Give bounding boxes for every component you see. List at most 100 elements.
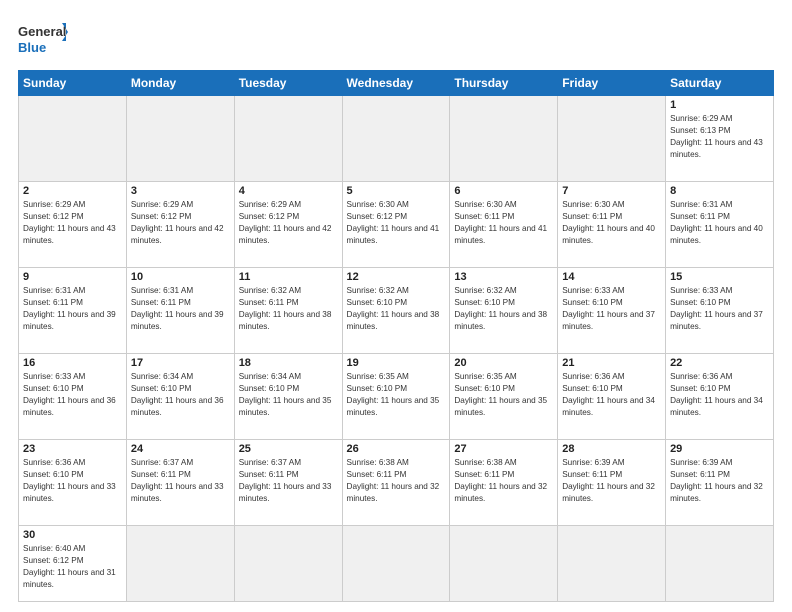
- day-number: 7: [562, 185, 661, 197]
- header: General Blue: [18, 18, 774, 60]
- calendar-cell: 16Sunrise: 6:33 AMSunset: 6:10 PMDayligh…: [19, 354, 127, 440]
- calendar-week-row: 16Sunrise: 6:33 AMSunset: 6:10 PMDayligh…: [19, 354, 774, 440]
- day-number: 14: [562, 271, 661, 283]
- calendar-week-row: 1 Sunrise: 6:29 AMSunset: 6:13 PMDaylight…: [19, 96, 774, 182]
- day-number: 25: [239, 443, 338, 455]
- day-number: 29: [670, 443, 769, 455]
- calendar-cell: 9 Sunrise: 6:31 AMSunset: 6:11 PMDaylight…: [19, 268, 127, 354]
- calendar-cell: 23 Sunrise: 6:36 AMSunset: 6:10 PMDayligh…: [19, 440, 127, 526]
- cell-info: Sunrise: 6:35 AMSunset: 6:10 PMDaylight:…: [454, 371, 553, 419]
- day-number: 21: [562, 357, 661, 369]
- day-number: 8: [670, 185, 769, 197]
- day-number: 4: [239, 185, 338, 197]
- day-number: 28: [562, 443, 661, 455]
- calendar-cell: [19, 96, 127, 182]
- cell-info: Sunrise: 6:29 AMSunset: 6:12 PMDaylight:…: [131, 199, 230, 247]
- cell-info: Sunrise: 6:33 AMSunset: 6:10 PMDaylight:…: [562, 285, 661, 333]
- calendar-cell: [234, 526, 342, 602]
- day-header-wednesday: Wednesday: [342, 71, 450, 96]
- day-number: 24: [131, 443, 230, 455]
- calendar-cell: 25 Sunrise: 6:37 AMSunset: 6:11 PMDayligh…: [234, 440, 342, 526]
- day-number: 6: [454, 185, 553, 197]
- day-header-tuesday: Tuesday: [234, 71, 342, 96]
- cell-info: Sunrise: 6:30 AMSunset: 6:11 PMDaylight:…: [562, 199, 661, 247]
- day-number: 15: [670, 271, 769, 283]
- day-number: 18: [239, 357, 338, 369]
- calendar-cell: 28Sunrise: 6:39 AMSunset: 6:11 PMDayligh…: [558, 440, 666, 526]
- calendar-cell: [234, 96, 342, 182]
- day-number: 13: [454, 271, 553, 283]
- calendar-cell: 17 Sunrise: 6:34 AMSunset: 6:10 PMDayligh…: [126, 354, 234, 440]
- cell-info: Sunrise: 6:37 AMSunset: 6:11 PMDaylight:…: [239, 457, 338, 505]
- day-header-sunday: Sunday: [19, 71, 127, 96]
- calendar-cell: 11Sunrise: 6:32 AMSunset: 6:11 PMDayligh…: [234, 268, 342, 354]
- cell-info: Sunrise: 6:38 AMSunset: 6:11 PMDaylight:…: [347, 457, 446, 505]
- calendar-cell: 1 Sunrise: 6:29 AMSunset: 6:13 PMDaylight…: [666, 96, 774, 182]
- cell-info: Sunrise: 6:29 AMSunset: 6:12 PMDaylight:…: [239, 199, 338, 247]
- calendar-cell: [558, 96, 666, 182]
- day-number: 9: [23, 271, 122, 283]
- cell-info: Sunrise: 6:40 AMSunset: 6:12 PMDaylight:…: [23, 543, 122, 591]
- cell-info: Sunrise: 6:31 AMSunset: 6:11 PMDaylight:…: [23, 285, 122, 333]
- calendar-cell: 14 Sunrise: 6:33 AMSunset: 6:10 PMDayligh…: [558, 268, 666, 354]
- day-number: 1: [670, 99, 769, 111]
- day-number: 23: [23, 443, 122, 455]
- calendar-cell: [126, 526, 234, 602]
- calendar-week-row: 2 Sunrise: 6:29 AMSunset: 6:12 PMDaylight…: [19, 182, 774, 268]
- cell-info: Sunrise: 6:33 AMSunset: 6:10 PMDaylight:…: [670, 285, 769, 333]
- cell-info: Sunrise: 6:36 AMSunset: 6:10 PMDaylight:…: [23, 457, 122, 505]
- cell-info: Sunrise: 6:30 AMSunset: 6:11 PMDaylight:…: [454, 199, 553, 247]
- cell-info: Sunrise: 6:34 AMSunset: 6:10 PMDaylight:…: [239, 371, 338, 419]
- page: General Blue SundayMondayTuesdayWednesda…: [0, 0, 792, 612]
- calendar-cell: [666, 526, 774, 602]
- calendar-week-row: 9 Sunrise: 6:31 AMSunset: 6:11 PMDaylight…: [19, 268, 774, 354]
- calendar-cell: 4 Sunrise: 6:29 AMSunset: 6:12 PMDaylight…: [234, 182, 342, 268]
- cell-info: Sunrise: 6:35 AMSunset: 6:10 PMDaylight:…: [347, 371, 446, 419]
- day-header-friday: Friday: [558, 71, 666, 96]
- calendar-cell: 13 Sunrise: 6:32 AMSunset: 6:10 PMDayligh…: [450, 268, 558, 354]
- day-number: 10: [131, 271, 230, 283]
- day-number: 5: [347, 185, 446, 197]
- calendar-cell: 21 Sunrise: 6:36 AMSunset: 6:10 PMDayligh…: [558, 354, 666, 440]
- cell-info: Sunrise: 6:34 AMSunset: 6:10 PMDaylight:…: [131, 371, 230, 419]
- day-number: 3: [131, 185, 230, 197]
- day-number: 22: [670, 357, 769, 369]
- calendar-cell: 24Sunrise: 6:37 AMSunset: 6:11 PMDayligh…: [126, 440, 234, 526]
- cell-info: Sunrise: 6:29 AMSunset: 6:13 PMDaylight:…: [670, 113, 769, 161]
- calendar-cell: 8 Sunrise: 6:31 AMSunset: 6:11 PMDaylight…: [666, 182, 774, 268]
- day-number: 20: [454, 357, 553, 369]
- calendar-table: SundayMondayTuesdayWednesdayThursdayFrid…: [18, 70, 774, 602]
- day-number: 30: [23, 529, 122, 541]
- calendar-cell: [342, 526, 450, 602]
- calendar-cell: [558, 526, 666, 602]
- cell-info: Sunrise: 6:32 AMSunset: 6:10 PMDaylight:…: [347, 285, 446, 333]
- logo: General Blue: [18, 18, 68, 60]
- calendar-cell: 19 Sunrise: 6:35 AMSunset: 6:10 PMDayligh…: [342, 354, 450, 440]
- cell-info: Sunrise: 6:32 AMSunset: 6:10 PMDaylight:…: [454, 285, 553, 333]
- calendar-cell: 6 Sunrise: 6:30 AMSunset: 6:11 PMDaylight…: [450, 182, 558, 268]
- day-number: 17: [131, 357, 230, 369]
- calendar-cell: 12Sunrise: 6:32 AMSunset: 6:10 PMDayligh…: [342, 268, 450, 354]
- day-number: 19: [347, 357, 446, 369]
- svg-text:General: General: [18, 24, 66, 39]
- calendar-cell: 2 Sunrise: 6:29 AMSunset: 6:12 PMDaylight…: [19, 182, 127, 268]
- calendar-cell: 27Sunrise: 6:38 AMSunset: 6:11 PMDayligh…: [450, 440, 558, 526]
- day-header-monday: Monday: [126, 71, 234, 96]
- calendar-cell: 29 Sunrise: 6:39 AMSunset: 6:11 PMDayligh…: [666, 440, 774, 526]
- cell-info: Sunrise: 6:36 AMSunset: 6:10 PMDaylight:…: [670, 371, 769, 419]
- calendar-cell: 5Sunrise: 6:30 AMSunset: 6:12 PMDaylight…: [342, 182, 450, 268]
- calendar-cell: 15 Sunrise: 6:33 AMSunset: 6:10 PMDayligh…: [666, 268, 774, 354]
- calendar-cell: 26 Sunrise: 6:38 AMSunset: 6:11 PMDayligh…: [342, 440, 450, 526]
- day-number: 2: [23, 185, 122, 197]
- cell-info: Sunrise: 6:29 AMSunset: 6:12 PMDaylight:…: [23, 199, 122, 247]
- day-number: 16: [23, 357, 122, 369]
- cell-info: Sunrise: 6:31 AMSunset: 6:11 PMDaylight:…: [670, 199, 769, 247]
- calendar-cell: 18 Sunrise: 6:34 AMSunset: 6:10 PMDayligh…: [234, 354, 342, 440]
- day-number: 26: [347, 443, 446, 455]
- cell-info: Sunrise: 6:39 AMSunset: 6:11 PMDaylight:…: [670, 457, 769, 505]
- cell-info: Sunrise: 6:36 AMSunset: 6:10 PMDaylight:…: [562, 371, 661, 419]
- svg-text:Blue: Blue: [18, 40, 46, 55]
- day-header-saturday: Saturday: [666, 71, 774, 96]
- calendar-cell: [450, 96, 558, 182]
- cell-info: Sunrise: 6:32 AMSunset: 6:11 PMDaylight:…: [239, 285, 338, 333]
